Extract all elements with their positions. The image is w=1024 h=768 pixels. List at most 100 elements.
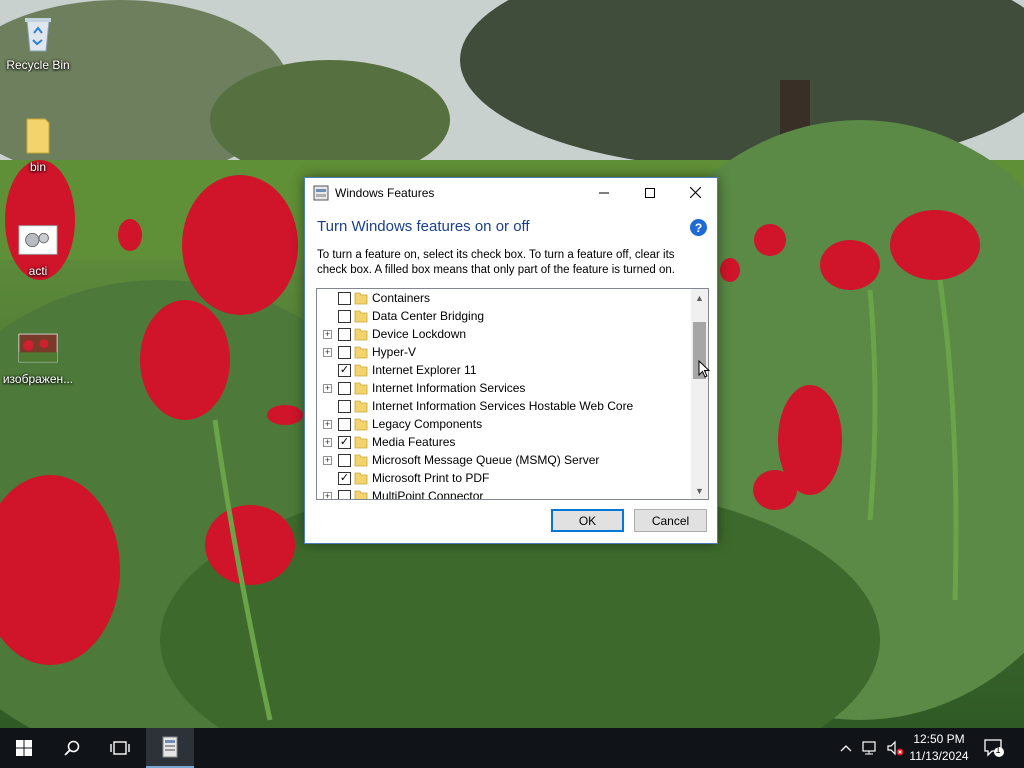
feature-checkbox[interactable]	[338, 417, 351, 431]
maximize-icon	[645, 187, 655, 198]
folder-icon	[354, 292, 368, 305]
feature-label: Containers	[372, 291, 431, 305]
maximize-button[interactable]	[627, 178, 673, 207]
desktop-icon-label: acti	[28, 264, 48, 278]
desktop-icon-acti[interactable]: acti	[2, 220, 74, 278]
feature-checkbox[interactable]	[338, 327, 351, 341]
gears-icon	[18, 220, 58, 260]
feature-label: Internet Information Services	[372, 381, 526, 395]
search-icon	[64, 740, 80, 756]
search-button[interactable]	[48, 728, 96, 768]
scroll-down-icon[interactable]: ▼	[691, 482, 708, 499]
desktop-icon-bin[interactable]: bin	[2, 116, 74, 174]
feature-row[interactable]: + Hyper-V	[317, 343, 691, 361]
ok-button[interactable]: OK	[551, 509, 624, 532]
scroll-up-icon[interactable]: ▲	[691, 289, 708, 306]
feature-row[interactable]: + Legacy Components	[317, 415, 691, 433]
feature-checkbox[interactable]	[338, 309, 351, 323]
chevron-up-icon	[840, 745, 852, 752]
expand-icon[interactable]: +	[323, 383, 332, 393]
folder-icon	[354, 436, 368, 449]
feature-row[interactable]: ✓ Internet Explorer 11	[317, 361, 691, 379]
expand-icon[interactable]: +	[323, 491, 332, 499]
notification-count: 1	[995, 745, 1001, 755]
feature-label: Hyper-V	[372, 345, 417, 359]
expand-icon[interactable]: +	[323, 437, 332, 447]
folder-icon	[354, 310, 368, 323]
feature-label: Media Features	[372, 435, 456, 449]
feature-row[interactable]: + ✓ Media Features	[317, 433, 691, 451]
expand-icon[interactable]: +	[323, 419, 332, 429]
feature-checkbox[interactable]	[338, 489, 351, 499]
feature-checkbox[interactable]: ✓	[338, 471, 351, 485]
network-icon	[862, 741, 876, 755]
start-button[interactable]	[0, 728, 48, 768]
feature-row[interactable]: Containers	[317, 289, 691, 307]
feature-row[interactable]: ✓ Microsoft Print to PDF	[317, 469, 691, 487]
folder-icon	[354, 382, 368, 395]
feature-row[interactable]: + Internet Information Services	[317, 379, 691, 397]
recycle-bin-icon	[18, 14, 58, 54]
minimize-button[interactable]	[581, 178, 627, 207]
desktop-icon-label: Recycle Bin	[6, 58, 70, 72]
feature-row[interactable]: + MultiPoint Connector	[317, 487, 691, 499]
feature-label: Microsoft Message Queue (MSMQ) Server	[372, 453, 600, 467]
feature-checkbox[interactable]: ✓	[338, 363, 351, 377]
folder-icon	[354, 346, 368, 359]
feature-label: Microsoft Print to PDF	[372, 471, 490, 485]
title-bar[interactable]: Windows Features	[305, 178, 717, 207]
feature-label: Internet Explorer 11	[372, 363, 477, 377]
feature-label: Device Lockdown	[372, 327, 467, 341]
feature-checkbox[interactable]	[338, 345, 351, 359]
help-icon[interactable]: ?	[690, 219, 707, 236]
feature-label: Data Center Bridging	[372, 309, 485, 323]
windows-features-icon	[162, 736, 178, 758]
cancel-button[interactable]: Cancel	[634, 509, 707, 532]
windows-logo-icon	[16, 740, 32, 756]
folder-icon	[354, 364, 368, 377]
feature-checkbox[interactable]: ✓	[338, 435, 351, 449]
image-file-icon	[18, 328, 58, 368]
feature-row[interactable]: + Device Lockdown	[317, 325, 691, 343]
folder-icon	[354, 400, 368, 413]
feature-checkbox[interactable]	[338, 381, 351, 395]
feature-checkbox[interactable]	[338, 453, 351, 467]
feature-row[interactable]: Data Center Bridging	[317, 307, 691, 325]
dialog-title: Windows Features	[335, 185, 435, 200]
feature-checkbox[interactable]	[338, 399, 351, 413]
feature-row[interactable]: + Microsoft Message Queue (MSMQ) Server	[317, 451, 691, 469]
desktop-icon-image[interactable]: изображен...	[2, 328, 74, 386]
expand-icon[interactable]: +	[323, 455, 332, 465]
minimize-icon	[599, 192, 609, 193]
windows-features-dialog: Windows Features Turn Windows features o…	[304, 177, 718, 544]
folder-icon	[354, 418, 368, 431]
folder-icon	[18, 116, 58, 156]
feature-row[interactable]: Internet Information Services Hostable W…	[317, 397, 691, 415]
task-view-icon	[110, 741, 130, 755]
feature-label: Internet Information Services Hostable W…	[372, 399, 634, 413]
feature-label: MultiPoint Connector	[372, 489, 484, 499]
feature-checkbox[interactable]	[338, 291, 351, 305]
features-tree[interactable]: Containers Data Center Bridging + Device Lo…	[316, 288, 709, 500]
close-icon	[689, 187, 701, 198]
windows-features-icon	[313, 185, 329, 201]
folder-icon	[354, 328, 368, 341]
desktop-icon-recycle-bin[interactable]: Recycle Bin	[2, 14, 74, 72]
folder-icon	[354, 454, 368, 467]
close-button[interactable]	[672, 178, 718, 207]
taskbar: 12:50 PM 11/13/2024 1	[0, 728, 1024, 768]
folder-icon	[354, 490, 368, 499]
folder-icon	[354, 472, 368, 485]
network-button[interactable]	[859, 728, 883, 768]
show-hidden-icons-button[interactable]	[836, 728, 856, 768]
taskbar-app-windows-features[interactable]	[146, 728, 194, 768]
vertical-scrollbar[interactable]: ▲ ▼	[691, 289, 708, 499]
dialog-heading: Turn Windows features on or off	[317, 218, 530, 235]
expand-icon[interactable]: +	[323, 347, 332, 357]
action-center-button[interactable]: 1	[980, 728, 1008, 768]
mouse-cursor-icon	[698, 360, 710, 378]
expand-icon[interactable]: +	[323, 329, 332, 339]
system-clock[interactable]: 12:50 PM 11/13/2024	[902, 731, 976, 765]
feature-label: Legacy Components	[372, 417, 483, 431]
task-view-button[interactable]	[96, 728, 144, 768]
